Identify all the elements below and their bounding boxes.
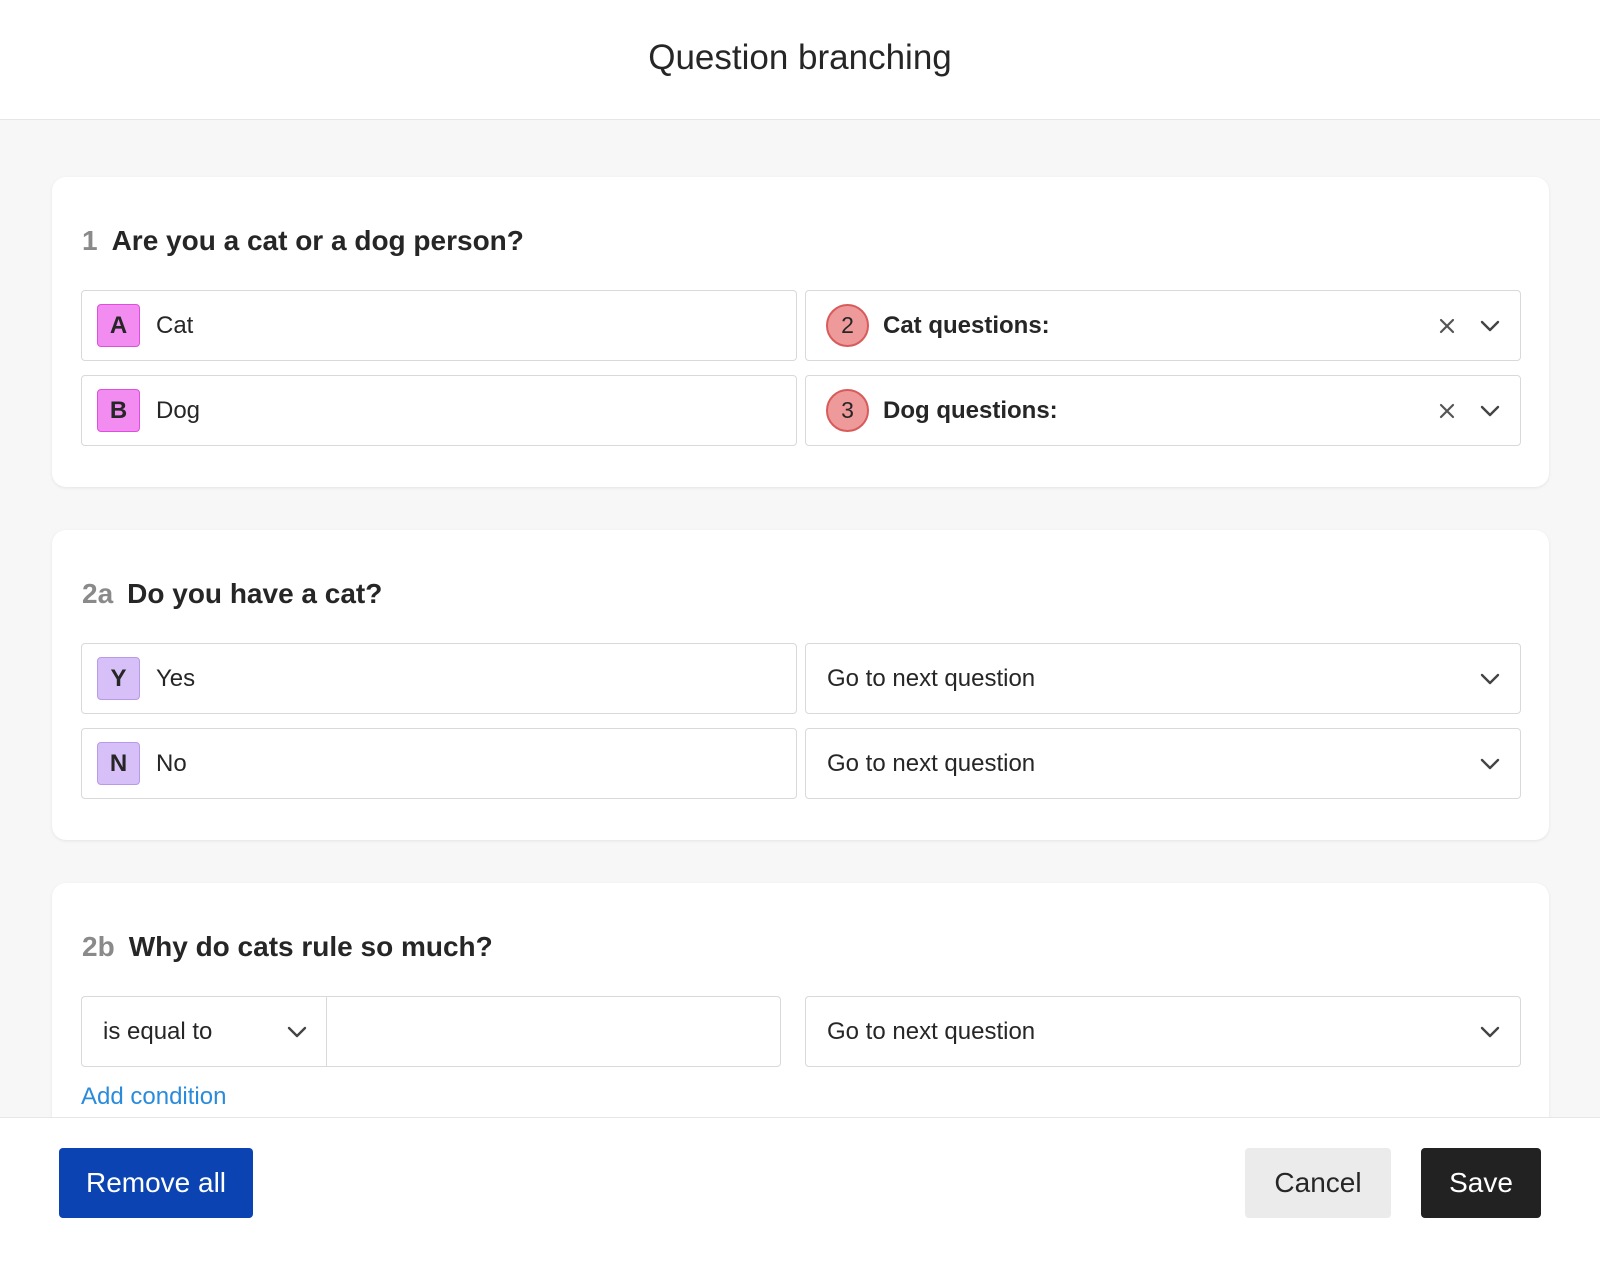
target-question-badge: 3 xyxy=(826,389,869,432)
question-text: Why do cats rule so much? xyxy=(128,931,493,962)
modal-footer: Remove all Cancel Save xyxy=(0,1117,1600,1263)
modal-header: Question branching xyxy=(0,0,1600,120)
save-button[interactable]: Save xyxy=(1421,1148,1541,1218)
branch-target-select-dog[interactable]: 3 Dog questions: xyxy=(805,375,1521,446)
chevron-down-icon[interactable] xyxy=(1478,399,1502,423)
question-number: 1 xyxy=(82,225,98,256)
chevron-down-icon[interactable] xyxy=(1478,752,1502,776)
remove-all-button[interactable]: Remove all xyxy=(59,1148,253,1218)
question-title: 2a Do you have a cat? xyxy=(82,578,382,610)
branch-target-select-cat[interactable]: 2 Cat questions: xyxy=(805,290,1521,361)
target-question-label: Go to next question xyxy=(827,664,1036,692)
answer-letter-badge: A xyxy=(97,304,140,347)
question-card-2b: 2b Why do cats rule so much? is equal to… xyxy=(52,883,1549,1140)
add-condition-link[interactable]: Add condition xyxy=(81,1083,226,1111)
clear-icon[interactable] xyxy=(1436,315,1458,337)
answer-label: No xyxy=(156,749,187,777)
condition-operator-label: is equal to xyxy=(103,1017,213,1045)
chevron-down-icon[interactable] xyxy=(1478,667,1502,691)
answer-option-dog: B Dog xyxy=(81,375,797,446)
question-text: Do you have a cat? xyxy=(127,578,383,609)
cancel-button[interactable]: Cancel xyxy=(1245,1148,1391,1218)
condition-operator-select[interactable]: is equal to xyxy=(81,996,327,1067)
question-text: Are you a cat or a dog person? xyxy=(111,225,524,256)
answer-letter-badge: N xyxy=(97,742,140,785)
target-question-label: Go to next question xyxy=(827,749,1036,777)
chevron-down-icon[interactable] xyxy=(1478,314,1502,338)
answer-letter-badge: Y xyxy=(97,657,140,700)
target-question-label: Go to next question xyxy=(827,1017,1036,1045)
answer-option-cat: A Cat xyxy=(81,290,797,361)
answer-option-yes: Y Yes xyxy=(81,643,797,714)
branch-target-select-yes[interactable]: Go to next question xyxy=(805,643,1521,714)
clear-icon[interactable] xyxy=(1436,400,1458,422)
chevron-down-icon[interactable] xyxy=(1478,1020,1502,1044)
branch-target-select-no[interactable]: Go to next question xyxy=(805,728,1521,799)
answer-letter-badge: B xyxy=(97,389,140,432)
question-number: 2a xyxy=(82,578,114,609)
answer-option-no: N No xyxy=(81,728,797,799)
question-title: 2b Why do cats rule so much? xyxy=(82,931,493,963)
chevron-down-icon[interactable] xyxy=(285,1020,309,1044)
answer-label: Cat xyxy=(156,311,194,339)
answer-label: Dog xyxy=(156,396,201,424)
question-number: 2b xyxy=(82,931,115,962)
target-question-badge: 2 xyxy=(826,304,869,347)
question-card-1: 1 Are you a cat or a dog person? A Cat 2… xyxy=(52,177,1549,487)
page-title: Question branching xyxy=(648,37,952,77)
branching-content[interactable]: 1 Are you a cat or a dog person? A Cat 2… xyxy=(0,121,1600,1140)
target-question-label: Dog questions: xyxy=(883,396,1058,424)
question-card-2a: 2a Do you have a cat? Y Yes Go to next q… xyxy=(52,530,1549,840)
branch-target-select-condition[interactable]: Go to next question xyxy=(805,996,1521,1067)
answer-label: Yes xyxy=(156,664,196,692)
target-question-label: Cat questions: xyxy=(883,311,1050,339)
question-title: 1 Are you a cat or a dog person? xyxy=(82,225,524,257)
condition-value-input[interactable] xyxy=(326,996,781,1067)
